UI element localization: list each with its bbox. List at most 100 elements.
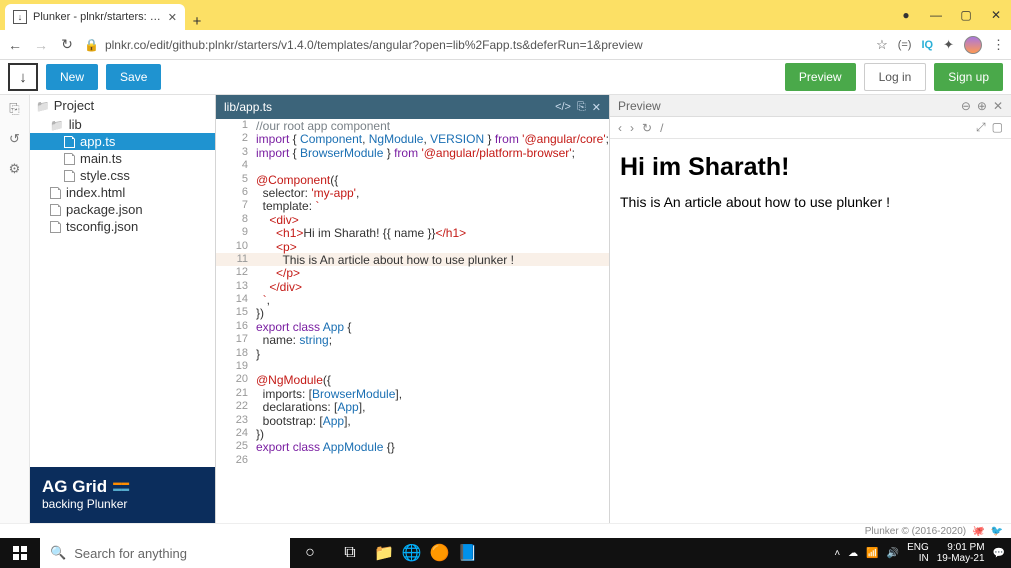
code-area[interactable]: 1//our root app component2import { Compo…	[216, 119, 609, 523]
github-icon[interactable]: 🐙	[972, 526, 984, 537]
preview-fwd-icon[interactable]: ›	[630, 121, 634, 135]
preview-zoom-out-icon[interactable]: ⊖	[961, 99, 971, 113]
star-icon[interactable]: ☆	[876, 37, 888, 53]
nav-reload[interactable]: ↻	[58, 36, 76, 53]
profile-avatar[interactable]	[964, 36, 982, 54]
line-code: @NgModule({	[256, 373, 331, 386]
line-code: `,	[256, 293, 270, 306]
window-minimize[interactable]: —	[921, 2, 951, 28]
code-line[interactable]: 21 imports: [BrowserModule],	[216, 387, 609, 400]
address-bar[interactable]: 🔒 plnkr.co/edit/github:plnkr/starters/v1…	[84, 38, 868, 52]
code-line[interactable]: 6 selector: 'my-app',	[216, 186, 609, 199]
preview-close-icon[interactable]: ✕	[993, 99, 1003, 113]
signup-button[interactable]: Sign up	[934, 63, 1003, 91]
edge-app-icon[interactable]: 🌐	[398, 538, 426, 568]
taskbar-search[interactable]: 🔍 Search for anything	[40, 538, 290, 568]
window-maximize[interactable]: ▢	[951, 2, 981, 28]
code-line[interactable]: 19	[216, 360, 609, 373]
project-root[interactable]: Project	[30, 95, 215, 116]
code-line[interactable]: 14 `,	[216, 293, 609, 306]
code-line[interactable]: 17 name: string;	[216, 333, 609, 346]
explorer-app-icon[interactable]: 📁	[370, 538, 398, 568]
other-app-icon[interactable]: 📘	[454, 538, 482, 568]
code-line[interactable]: 7 template: `	[216, 199, 609, 212]
code-line[interactable]: 9 <h1>Hi im Sharath! {{ name }}</h1>	[216, 226, 609, 239]
window-close[interactable]: ✕	[981, 2, 1011, 28]
code-line[interactable]: 24})	[216, 427, 609, 440]
chrome-menu-icon[interactable]: ⋮	[992, 37, 1005, 53]
line-code: </p>	[256, 266, 300, 279]
preview-refresh-icon[interactable]: ↻	[642, 121, 652, 135]
nav-back[interactable]: ←	[6, 37, 24, 53]
code-line[interactable]: 8 <div>	[216, 213, 609, 226]
files-rail-icon[interactable]: ⎘	[9, 101, 19, 117]
code-line[interactable]: 4	[216, 159, 609, 172]
ext-icon[interactable]: (=)	[898, 39, 912, 51]
browser-tab[interactable]: ↓ Plunker - plnkr/starters: Starter te ✕	[5, 4, 185, 30]
tray-wifi-icon[interactable]: 📶	[866, 548, 878, 559]
new-tab-button[interactable]: +	[185, 13, 209, 30]
code-line[interactable]: 26	[216, 454, 609, 467]
code-line[interactable]: 3import { BrowserModule } from '@angular…	[216, 146, 609, 159]
iq-icon[interactable]: IQ	[921, 39, 933, 51]
code-line[interactable]: 13 </div>	[216, 280, 609, 293]
line-code: <h1>Hi im Sharath! {{ name }}</h1>	[256, 226, 466, 239]
file-main-ts[interactable]: main.ts	[30, 150, 215, 167]
line-code: template: `	[256, 199, 319, 212]
plunker-logo[interactable]: ↓	[8, 63, 38, 91]
code-line[interactable]: 22 declarations: [App],	[216, 400, 609, 413]
line-code: selector: 'my-app',	[256, 186, 359, 199]
preview-popout-icon[interactable]: ▢	[992, 120, 1003, 135]
editor-tool-close-icon[interactable]: ✕	[592, 101, 601, 114]
ag-grid-banner[interactable]: AG Grid backing Plunker	[30, 467, 215, 523]
code-line[interactable]: 23 bootstrap: [App],	[216, 414, 609, 427]
code-line[interactable]: 10 <p>	[216, 240, 609, 253]
chrome-app-icon[interactable]: 🟠	[426, 538, 454, 568]
code-line[interactable]: 2import { Component, NgModule, VERSION }…	[216, 132, 609, 145]
tray-notifications-icon[interactable]: 💬	[993, 548, 1005, 559]
code-line[interactable]: 12 </p>	[216, 266, 609, 279]
code-line[interactable]: 25export class AppModule {}	[216, 440, 609, 453]
unknown-circle-icon[interactable]: ●	[891, 2, 921, 28]
file-package-json[interactable]: package.json	[30, 201, 215, 218]
task-view-icon[interactable]: ⧉	[330, 538, 370, 568]
code-line[interactable]: 11 This is An article about how to use p…	[216, 253, 609, 266]
tab-close-icon[interactable]: ✕	[168, 11, 177, 24]
tray-cloud-icon[interactable]: ☁	[848, 548, 858, 559]
line-number: 3	[216, 146, 256, 159]
start-button[interactable]	[0, 538, 40, 568]
code-line[interactable]: 1//our root app component	[216, 119, 609, 132]
cortana-icon[interactable]: ○	[290, 538, 330, 568]
line-code: @Component({	[256, 173, 338, 186]
code-line[interactable]: 20@NgModule({	[216, 373, 609, 386]
new-button[interactable]: New	[46, 64, 98, 90]
code-line[interactable]: 15})	[216, 306, 609, 319]
tray-sound-icon[interactable]: 🔊	[887, 548, 899, 559]
code-line[interactable]: 16export class App {	[216, 320, 609, 333]
tray-clock[interactable]: 9:01 PM 19-May-21	[937, 542, 985, 564]
file-app-ts[interactable]: app.ts	[30, 133, 215, 150]
file-tsconfig-json[interactable]: tsconfig.json	[30, 218, 215, 235]
editor-tab[interactable]: lib/app.ts </> ⎘ ✕	[216, 95, 609, 119]
extensions-icon[interactable]: ✦	[943, 37, 954, 53]
folder-lib[interactable]: lib	[30, 116, 215, 133]
file-style-css[interactable]: style.css	[30, 167, 215, 184]
preview-button[interactable]: Preview	[785, 63, 856, 91]
tray-lang[interactable]: ENG IN	[907, 542, 929, 564]
preview-back-icon[interactable]: ‹	[618, 121, 622, 135]
history-rail-icon[interactable]: ↺	[9, 131, 20, 147]
preview-paragraph: This is An article about how to use plun…	[620, 194, 1001, 210]
code-line[interactable]: 5@Component({	[216, 173, 609, 186]
file-index-html[interactable]: index.html	[30, 184, 215, 201]
code-line[interactable]: 18}	[216, 347, 609, 360]
save-button[interactable]: Save	[106, 64, 161, 90]
preview-expand-icon[interactable]: ⤢	[976, 120, 986, 135]
settings-rail-icon[interactable]: ⚙	[9, 161, 21, 177]
line-number: 24	[216, 427, 256, 440]
login-button[interactable]: Log in	[864, 63, 927, 91]
editor-tool-copy-icon[interactable]: ⎘	[577, 101, 586, 114]
preview-zoom-in-icon[interactable]: ⊕	[977, 99, 987, 113]
twitter-icon[interactable]: 🐦	[991, 526, 1003, 537]
tray-arrow-icon[interactable]: ˄	[834, 548, 840, 559]
editor-tool-code-icon[interactable]: </>	[555, 101, 571, 114]
